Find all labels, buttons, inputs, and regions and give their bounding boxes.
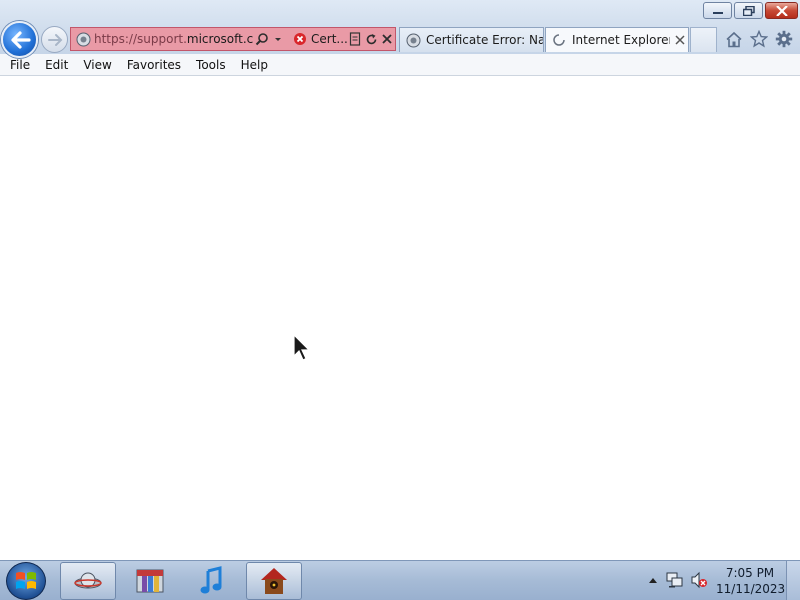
birdhouse-app-icon xyxy=(261,568,287,594)
loading-spinner-icon xyxy=(551,32,567,48)
menu-favorites[interactable]: Favorites xyxy=(121,58,187,72)
mouse-cursor-icon xyxy=(293,334,311,361)
volume-muted-icon[interactable] xyxy=(690,571,708,589)
network-icon[interactable] xyxy=(666,571,684,589)
browser-titlebar: https://support.microsoft.c... Cert... C… xyxy=(0,0,800,58)
dropdown-arrow-icon[interactable] xyxy=(270,31,286,47)
close-window-button[interactable] xyxy=(765,2,798,19)
taskbar-birdhouse-app[interactable] xyxy=(246,562,302,600)
system-clock[interactable]: 7:05 PM 11/11/2023 xyxy=(716,565,786,597)
home-icon[interactable] xyxy=(724,29,744,49)
back-arrow-icon xyxy=(10,30,31,49)
music-note-icon xyxy=(200,566,222,594)
address-url[interactable]: https://support.microsoft.c... xyxy=(94,32,254,46)
tab-title: Internet Explorer ... xyxy=(572,33,670,47)
address-bar[interactable]: https://support.microsoft.c... Cert... xyxy=(70,27,396,51)
url-scheme: https://support. xyxy=(94,32,187,46)
search-icon[interactable] xyxy=(254,31,270,47)
menu-tools[interactable]: Tools xyxy=(190,58,232,72)
tab-certificate-error[interactable]: Certificate Error: Na... xyxy=(399,27,544,52)
archive-app-icon xyxy=(136,569,164,593)
window-controls xyxy=(703,2,798,19)
close-icon xyxy=(775,5,788,16)
restore-icon xyxy=(742,5,755,16)
clock-date: 11/11/2023 xyxy=(716,582,786,596)
menu-bar: File Edit View Favorites Tools Help xyxy=(0,54,800,76)
forward-arrow-icon xyxy=(47,33,62,46)
start-button[interactable] xyxy=(6,562,46,600)
page-content[interactable] xyxy=(0,76,800,560)
restore-button[interactable] xyxy=(734,2,763,19)
tab-internet-explorer[interactable]: Internet Explorer ... xyxy=(545,27,689,52)
minimize-button[interactable] xyxy=(703,2,732,19)
new-tab-button[interactable] xyxy=(690,27,717,52)
ie-page-icon xyxy=(75,31,91,47)
menu-file[interactable]: File xyxy=(4,58,36,72)
certificate-error-icon[interactable] xyxy=(292,31,308,47)
favorites-star-icon[interactable] xyxy=(749,29,769,49)
stop-icon[interactable] xyxy=(379,31,395,47)
menu-edit[interactable]: Edit xyxy=(39,58,74,72)
taskbar-archive-app[interactable] xyxy=(122,562,178,600)
browser-app-icon xyxy=(74,572,102,589)
clock-time: 7:05 PM xyxy=(725,566,775,580)
menu-view[interactable]: View xyxy=(77,58,117,72)
taskbar-browser-app[interactable] xyxy=(60,562,116,600)
forward-button[interactable] xyxy=(41,26,68,53)
show-desktop-button[interactable] xyxy=(786,561,800,600)
back-button[interactable] xyxy=(1,21,38,58)
refresh-icon[interactable] xyxy=(363,31,379,47)
close-tab-icon[interactable] xyxy=(672,32,688,48)
minimize-icon xyxy=(712,11,723,14)
tab-title: Certificate Error: Na... xyxy=(426,33,543,47)
windows-logo-icon xyxy=(16,572,36,589)
menu-help[interactable]: Help xyxy=(235,58,274,72)
ie-page-icon xyxy=(405,32,421,48)
url-host: microsoft.c... xyxy=(186,32,254,46)
show-hidden-icons-arrow[interactable] xyxy=(644,571,662,589)
settings-gear-icon[interactable] xyxy=(774,29,794,49)
compatibility-view-icon[interactable] xyxy=(347,31,363,47)
taskbar-music-app[interactable] xyxy=(184,562,240,600)
certificate-error-label[interactable]: Cert... xyxy=(311,32,347,46)
